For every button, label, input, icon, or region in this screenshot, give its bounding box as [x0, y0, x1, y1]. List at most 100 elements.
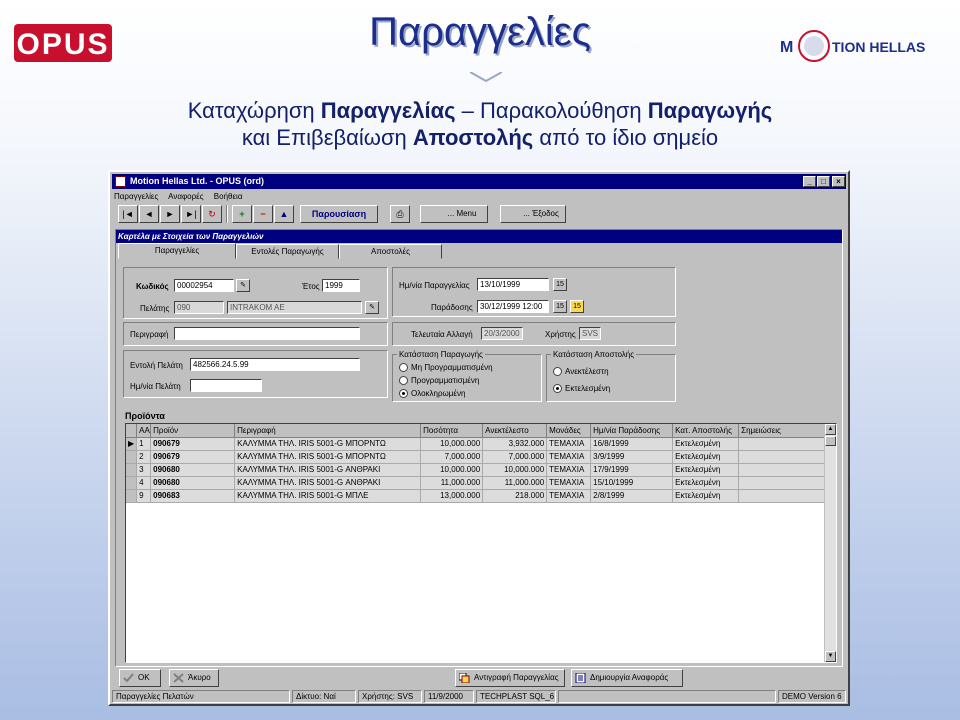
- cell-notes[interactable]: [738, 437, 828, 451]
- order-date-field[interactable]: 13/10/1999: [477, 278, 549, 291]
- last-record-button[interactable]: ►|: [181, 205, 201, 223]
- customer-lookup-button[interactable]: ✎: [365, 301, 379, 314]
- cell-aa[interactable]: 3: [136, 463, 152, 477]
- cell-aa[interactable]: 2: [136, 450, 152, 464]
- cell-outstanding[interactable]: 7,000.000: [482, 450, 548, 464]
- tab-production-orders[interactable]: Εντολές Παραγωγής: [236, 244, 339, 259]
- description-field[interactable]: [174, 327, 360, 340]
- cell-quantity[interactable]: 10,000.000: [420, 437, 484, 451]
- production-radio-completed[interactable]: [399, 389, 408, 398]
- production-radio-unscheduled[interactable]: [399, 363, 408, 372]
- exit-button[interactable]: ... Έξοδος: [500, 205, 566, 223]
- cell-quantity[interactable]: 10,000.000: [420, 463, 484, 477]
- delivery-calendar-button[interactable]: 15: [553, 300, 567, 313]
- up-button[interactable]: ▲: [274, 205, 294, 223]
- production-radio-scheduled[interactable]: [399, 376, 408, 385]
- ok-button[interactable]: OK: [119, 669, 161, 687]
- cell-aa[interactable]: 4: [136, 476, 152, 490]
- minimize-button[interactable]: _: [803, 176, 816, 187]
- cell-units[interactable]: ΤΕΜΑΧΙΑ: [546, 476, 592, 490]
- grid-vertical-scrollbar[interactable]: ▲ ▼: [824, 424, 836, 662]
- delivery-calendar-alt-button[interactable]: 15: [570, 300, 584, 313]
- tab-orders[interactable]: Παραγγελίες: [118, 243, 236, 259]
- cell-notes[interactable]: [738, 450, 828, 464]
- customer-order-field[interactable]: 482566.24.5.99: [190, 358, 360, 371]
- scroll-thumb[interactable]: [825, 436, 836, 446]
- cell-quantity[interactable]: 13,000.000: [420, 489, 484, 503]
- create-report-button[interactable]: Δημιουργία Αναφοράς: [571, 669, 683, 687]
- col-header-shipment-status[interactable]: Κατ. Αποστολής: [672, 424, 740, 438]
- copy-order-button[interactable]: Αντιγραφή Παραγγελίας: [455, 669, 565, 687]
- cell-outstanding[interactable]: 218.000: [482, 489, 548, 503]
- cell-notes[interactable]: [738, 476, 828, 490]
- menu-button[interactable]: ... Menu: [420, 205, 488, 223]
- menu-help[interactable]: Βοήθεια: [214, 192, 243, 201]
- col-header-notes[interactable]: Σημειώσεις: [738, 424, 828, 438]
- cell-description[interactable]: ΚΑΛΥΜΜΑ ΤΗΛ. IRIS 5001-G ΑΝΘΡΑΚΙ: [234, 476, 422, 490]
- scroll-down-button[interactable]: ▼: [825, 651, 836, 662]
- col-header-quantity[interactable]: Ποσότητα: [420, 424, 484, 438]
- shipment-radio-executed[interactable]: [553, 384, 562, 393]
- first-record-button[interactable]: |◄: [118, 205, 138, 223]
- cell-delivery-date[interactable]: 15/10/1999: [590, 476, 674, 490]
- customer-name-field[interactable]: INTRAKOM AE: [227, 301, 362, 314]
- customer-code-field[interactable]: 090: [174, 301, 224, 314]
- cell-outstanding[interactable]: 10,000.000: [482, 463, 548, 477]
- cell-notes[interactable]: [738, 489, 828, 503]
- cell-units[interactable]: ΤΕΜΑΧΙΑ: [546, 450, 592, 464]
- cell-outstanding[interactable]: 3,932.000: [482, 437, 548, 451]
- cell-shipment-status[interactable]: Εκτελεσμένη: [672, 437, 740, 451]
- user-field[interactable]: SVS: [579, 327, 601, 340]
- present-button[interactable]: Παρουσίαση: [300, 205, 378, 223]
- cell-units[interactable]: ΤΕΜΑΧΙΑ: [546, 463, 592, 477]
- cell-product[interactable]: 090679: [150, 437, 236, 451]
- cell-description[interactable]: ΚΑΛΥΜΜΑ ΤΗΛ. IRIS 5001-G ΜΠΛΕ: [234, 489, 422, 503]
- cell-product[interactable]: 090683: [150, 489, 236, 503]
- tab-shipments[interactable]: Αποστολές: [339, 244, 442, 259]
- customer-date-field[interactable]: [190, 379, 262, 392]
- cell-delivery-date[interactable]: 16/8/1999: [590, 437, 674, 451]
- cell-shipment-status[interactable]: Εκτελεσμένη: [672, 489, 740, 503]
- cell-product[interactable]: 090679: [150, 450, 236, 464]
- table-row[interactable]: 4 090680 ΚΑΛΥΜΜΑ ΤΗΛ. IRIS 5001-G ΑΝΘΡΑΚ…: [126, 476, 828, 490]
- cell-aa[interactable]: 9: [136, 489, 152, 503]
- cell-description[interactable]: ΚΑΛΥΜΜΑ ΤΗΛ. IRIS 5001-G ΜΠΟΡΝΤΩ: [234, 437, 422, 451]
- shipment-radio-pending[interactable]: [553, 367, 562, 376]
- cell-shipment-status[interactable]: Εκτελεσμένη: [672, 450, 740, 464]
- close-button[interactable]: ×: [832, 176, 845, 187]
- cell-product[interactable]: 090680: [150, 476, 236, 490]
- scroll-up-button[interactable]: ▲: [825, 424, 836, 435]
- code-lookup-button[interactable]: ✎: [236, 279, 250, 292]
- print-button[interactable]: ⎙: [390, 205, 410, 223]
- cell-shipment-status[interactable]: Εκτελεσμένη: [672, 476, 740, 490]
- col-header-outstanding[interactable]: Ανεκτέλεστο: [482, 424, 548, 438]
- cell-product[interactable]: 090680: [150, 463, 236, 477]
- cell-outstanding[interactable]: 11,000.000: [482, 476, 548, 490]
- cell-delivery-date[interactable]: 3/9/1999: [590, 450, 674, 464]
- prev-record-button[interactable]: ◄: [139, 205, 159, 223]
- col-header-product[interactable]: Προϊόν: [150, 424, 236, 438]
- cell-aa[interactable]: 1: [136, 437, 152, 451]
- last-change-field[interactable]: 20/3/2000: [481, 327, 523, 340]
- cancel-button[interactable]: Άκυρο: [169, 669, 219, 687]
- delivery-field[interactable]: 30/12/1999 12:00: [477, 300, 549, 313]
- table-row[interactable]: 3 090680 ΚΑΛΥΜΜΑ ΤΗΛ. IRIS 5001-G ΑΝΘΡΑΚ…: [126, 463, 828, 477]
- code-field[interactable]: 00002954: [174, 279, 234, 292]
- menu-orders[interactable]: Παραγγελίες: [114, 192, 158, 201]
- table-row[interactable]: 9 090683 ΚΑΛΥΜΜΑ ΤΗΛ. IRIS 5001-G ΜΠΛΕ 1…: [126, 489, 828, 503]
- table-row[interactable]: ▶ 1 090679 ΚΑΛΥΜΜΑ ΤΗΛ. IRIS 5001-G ΜΠΟΡ…: [126, 437, 828, 451]
- cell-units[interactable]: ΤΕΜΑΧΙΑ: [546, 437, 592, 451]
- year-field[interactable]: 1999: [322, 279, 360, 292]
- col-header-aa[interactable]: ΑΑ: [136, 424, 152, 438]
- maximize-button[interactable]: □: [817, 176, 830, 187]
- cell-delivery-date[interactable]: 2/8/1999: [590, 489, 674, 503]
- delete-button[interactable]: −: [253, 205, 273, 223]
- menu-reports[interactable]: Αναφορές: [168, 192, 203, 201]
- cell-units[interactable]: ΤΕΜΑΧΙΑ: [546, 489, 592, 503]
- col-header-delivery-date[interactable]: Ημ/νία Παράδοσης: [590, 424, 674, 438]
- cell-description[interactable]: ΚΑΛΥΜΜΑ ΤΗΛ. IRIS 5001-G ΜΠΟΡΝΤΩ: [234, 450, 422, 464]
- cell-delivery-date[interactable]: 17/9/1999: [590, 463, 674, 477]
- cell-notes[interactable]: [738, 463, 828, 477]
- next-record-button[interactable]: ►: [160, 205, 180, 223]
- cell-shipment-status[interactable]: Εκτελεσμένη: [672, 463, 740, 477]
